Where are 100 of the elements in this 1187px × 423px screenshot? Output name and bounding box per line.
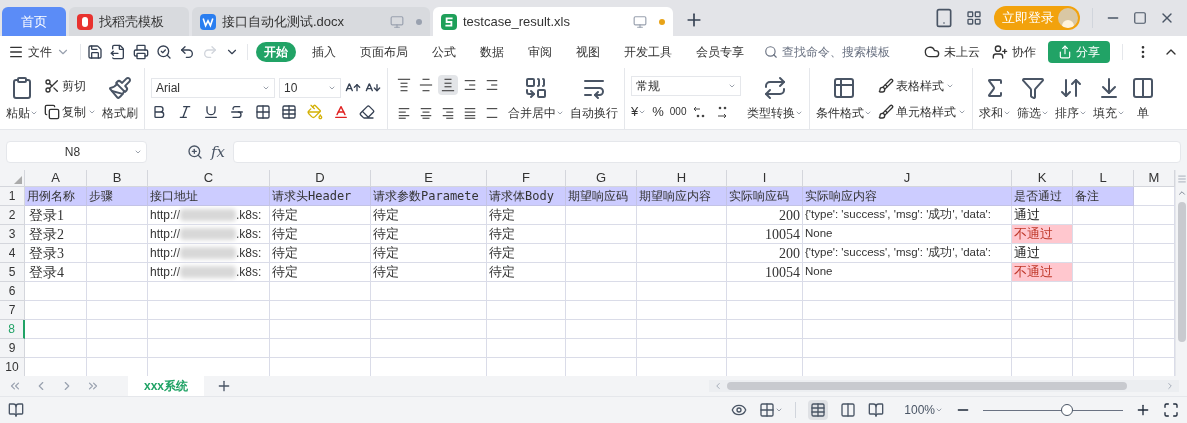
maximize-icon[interactable] [1133,11,1147,25]
row-header[interactable]: 5 [0,263,25,282]
zoom-in-icon[interactable] [1135,402,1151,418]
fill-button[interactable]: 填充 [1093,103,1125,122]
file-menu[interactable]: 文件 [8,43,74,61]
page-view-icon[interactable] [840,402,857,418]
convert-button[interactable]: 类型转换 [747,103,803,122]
caret-icon [775,406,784,414]
row-header[interactable]: 4 [0,244,25,263]
wrap-text-button[interactable]: 自动换行 [570,103,618,122]
column-header[interactable]: B [87,170,148,187]
print-preview-icon[interactable] [156,44,172,60]
ribbon-tab[interactable]: 公式 [424,42,464,62]
borders-icon[interactable] [255,103,271,120]
function-icon[interactable]: fx [211,140,225,164]
column-header[interactable]: F [487,170,566,187]
column-header[interactable]: G [566,170,637,187]
conditional-format-button[interactable]: 条件格式 [816,103,872,122]
undo-icon[interactable] [179,44,195,60]
ribbon-tab[interactable]: 插入 [304,42,344,62]
row-header[interactable]: 6 [0,282,25,301]
cells-button[interactable]: 单 [1137,103,1149,122]
italic-icon[interactable] [177,103,193,120]
zoom-formula-icon[interactable] [187,144,203,160]
zoom-slider[interactable] [983,404,1123,416]
save-icon[interactable] [87,44,103,60]
column-header[interactable]: L [1073,170,1134,187]
row-header[interactable]: 7 [0,301,25,320]
eraser-icon[interactable] [359,103,375,120]
cloud-button[interactable]: 未上云 [924,43,980,61]
copy-button[interactable]: 复制 [44,102,96,121]
sum-button[interactable]: 求和 [979,103,1011,122]
header-cell-text: 步骤 [89,188,113,205]
formula-field[interactable] [233,141,1181,163]
font-select[interactable]: Arial [151,77,275,98]
fill-color-icon[interactable] [307,103,323,120]
currency-button[interactable]: ¥ [631,101,647,122]
macro-icon[interactable] [8,402,24,418]
ribbon-tab[interactable]: 数据 [472,42,512,62]
apps-icon[interactable] [966,10,982,26]
print-icon[interactable] [133,44,149,60]
filter-button[interactable]: 筛选 [1017,103,1049,122]
ribbon-tab[interactable]: 视图 [568,42,608,62]
strikethrough-icon[interactable] [229,103,245,120]
ribbon-tab[interactable]: 页面布局 [352,42,416,62]
copy-icon [44,103,60,120]
percent-button[interactable]: % [652,101,664,122]
paste-button[interactable]: 粘贴 [6,103,38,122]
row-header[interactable]: 9 [0,339,25,358]
zoom-select[interactable]: 100% [904,401,943,419]
font-size-select[interactable]: 10 [279,77,341,98]
fullscreen-icon[interactable] [1163,402,1179,418]
number-format-select[interactable]: 常规 [631,75,741,96]
column-header[interactable]: E [371,170,487,187]
document-tab[interactable]: 接口自动化测试.docx [192,7,430,36]
sort-button[interactable]: 排序 [1055,103,1087,122]
export-icon[interactable] [110,44,126,60]
slider-thumb[interactable] [1061,404,1073,416]
align-button[interactable] [438,74,458,95]
table-style-button[interactable]: 表格样式 [878,76,966,95]
column-header[interactable]: C [148,170,270,187]
eye-protection-icon[interactable] [731,402,748,418]
merge-button[interactable]: 合并居中 [508,103,564,122]
document-tab[interactable]: 找稻壳模板 [69,7,189,36]
cell-format-icon[interactable] [281,103,297,120]
format-painter-button[interactable]: 格式刷 [102,103,138,122]
column-header[interactable]: M [1134,170,1175,187]
row-header[interactable]: 10 [0,358,25,376]
column-header[interactable]: H [637,170,727,187]
paste-icon[interactable] [10,75,34,100]
document-tab[interactable]: testcase_result.xls [433,7,673,36]
ribbon-tab[interactable]: 开发工具 [616,42,680,62]
font-color-icon[interactable] [333,103,349,120]
row-header[interactable]: 1 [0,187,25,206]
ribbon-tab[interactable]: 审阅 [520,42,560,62]
column-header[interactable]: I [727,170,803,187]
thousands-button[interactable]: 000 [669,104,687,119]
column-header[interactable]: K [1012,170,1073,187]
column-header[interactable]: A [25,170,87,187]
underline-icon[interactable] [203,103,219,120]
cut-button[interactable]: 剪切 [44,76,96,95]
row-header[interactable]: 2 [0,206,25,225]
column-header[interactable]: D [270,170,371,187]
normal-view-icon[interactable] [808,400,829,420]
ribbon-tab[interactable]: 会员专享 [688,42,752,62]
input-method-icon[interactable] [759,402,784,418]
merge-icon [524,75,548,100]
collaborate-button[interactable]: 协作 [992,43,1036,61]
tab-label: 找稻壳模板 [99,12,164,31]
reading-view-icon[interactable] [868,402,885,418]
redacted-text-icon [180,228,237,240]
column-header[interactable]: J [803,170,1012,187]
device-icon[interactable] [934,8,954,28]
result-cell-text: 不通过 [1014,263,1053,282]
bold-icon[interactable] [151,103,167,120]
row-header[interactable]: 3 [0,225,25,244]
cell-style-button[interactable]: 单元格样式 [878,102,966,121]
name-box[interactable]: N8 [6,141,147,163]
search-field[interactable]: 查找命令、搜索模板 [764,43,902,61]
align-justify-icon [463,105,477,120]
